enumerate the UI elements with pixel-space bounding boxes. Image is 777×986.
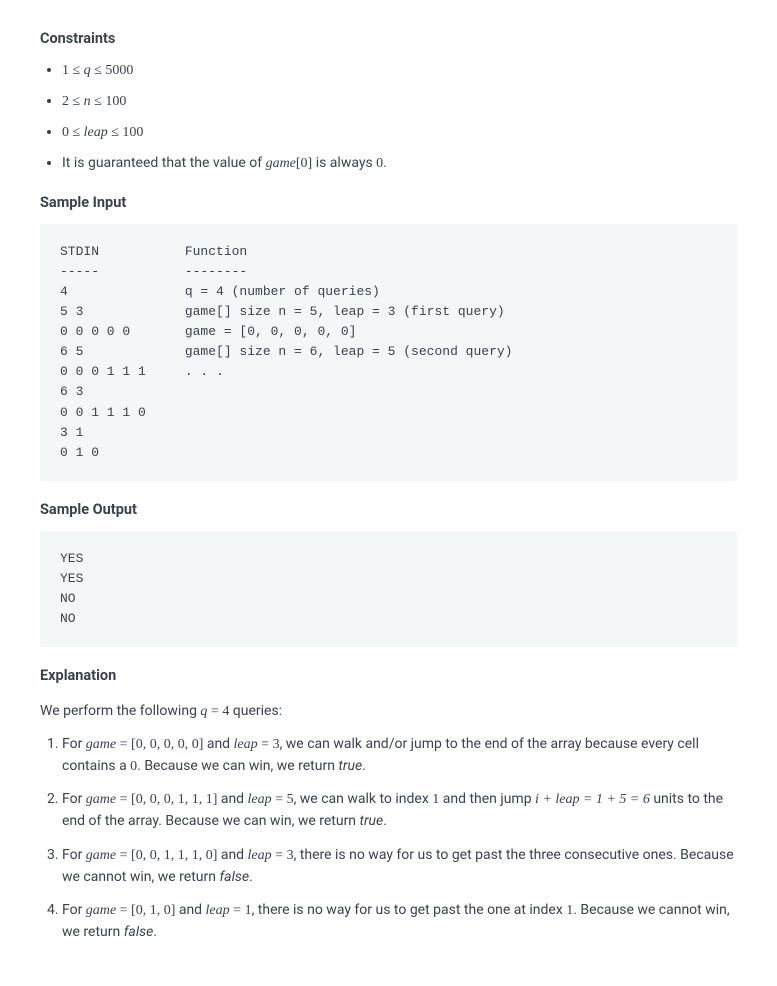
explanation-val: 5 bbox=[287, 792, 294, 807]
constraint-lhs: 2 bbox=[62, 94, 69, 109]
constraint-var: game bbox=[266, 156, 296, 171]
explanation-var: leap bbox=[248, 848, 272, 863]
sample-input-code: STDIN Function ----- -------- 4 q = 4 (n… bbox=[40, 224, 737, 482]
constraint-op: ≤ bbox=[72, 125, 80, 140]
constraints-list: 1 ≤ q ≤ 5000 2 ≤ n ≤ 100 0 ≤ leap ≤ 100 … bbox=[40, 60, 737, 174]
explanation-eq: = bbox=[116, 792, 131, 807]
explanation-eq: = bbox=[258, 737, 273, 752]
explanation-text: and bbox=[217, 791, 247, 807]
explanation-text: For bbox=[62, 736, 86, 752]
sample-output-heading: Sample Output bbox=[40, 499, 737, 521]
constraint-op: ≤ bbox=[72, 94, 80, 109]
explanation-var: game bbox=[86, 848, 116, 863]
explanation-text: . bbox=[249, 869, 253, 885]
explanation-eq: = bbox=[207, 704, 222, 719]
sample-output-code: YES YES NO NO bbox=[40, 531, 737, 648]
explanation-return: false bbox=[219, 869, 249, 885]
explanation-text: and then jump bbox=[439, 791, 535, 807]
explanation-eq: = bbox=[272, 792, 287, 807]
explanation-text: and bbox=[203, 736, 233, 752]
constraint-text: is always bbox=[312, 155, 376, 171]
explanation-item: For game = [0, 0, 0, 0, 0] and leap = 3,… bbox=[62, 734, 737, 777]
explanation-var: leap bbox=[248, 792, 272, 807]
constraint-var: leap bbox=[84, 125, 108, 140]
constraint-index: [0] bbox=[296, 156, 312, 171]
explanation-text: and bbox=[217, 847, 247, 863]
explanation-return: true bbox=[338, 758, 362, 774]
explanation-array: [0, 0, 0, 0, 0] bbox=[131, 737, 203, 752]
explanation-return: false bbox=[124, 924, 154, 940]
explanation-var: game bbox=[86, 737, 116, 752]
constraint-item: 2 ≤ n ≤ 100 bbox=[62, 91, 737, 112]
explanation-intro: We perform the following q = 4 queries: bbox=[40, 701, 737, 722]
constraint-op: ≤ bbox=[72, 63, 80, 78]
explanation-text: For bbox=[62, 847, 86, 863]
constraints-heading: Constraints bbox=[40, 28, 737, 50]
explanation-text: , we can walk to index bbox=[294, 791, 433, 807]
explanation-text: . bbox=[383, 813, 387, 829]
explanation-text: . bbox=[153, 924, 157, 940]
explanation-val: 3 bbox=[287, 848, 294, 863]
constraint-op: ≤ bbox=[94, 94, 102, 109]
explanation-return: true bbox=[360, 813, 384, 829]
explanation-text: For bbox=[62, 791, 86, 807]
explanation-val: 3 bbox=[273, 737, 280, 752]
explanation-array: [0, 0, 0, 1, 1, 1] bbox=[131, 792, 217, 807]
explanation-array: [0, 1, 0] bbox=[131, 903, 175, 918]
constraint-rhs: 5000 bbox=[105, 63, 133, 78]
explanation-eq: = bbox=[272, 848, 287, 863]
explanation-var: leap bbox=[206, 903, 230, 918]
constraint-op: ≤ bbox=[94, 63, 102, 78]
explanation-array: [0, 0, 1, 1, 1, 0] bbox=[131, 848, 217, 863]
explanation-var: game bbox=[86, 903, 116, 918]
explanation-eq: = bbox=[116, 848, 131, 863]
constraint-rhs: 100 bbox=[105, 94, 126, 109]
explanation-list: For game = [0, 0, 0, 0, 0] and leap = 3,… bbox=[40, 734, 737, 944]
explanation-text: and bbox=[175, 902, 205, 918]
constraint-var: n bbox=[84, 94, 91, 109]
constraint-text: It is guaranteed that the value of bbox=[62, 155, 266, 171]
explanation-text: queries: bbox=[229, 703, 282, 719]
explanation-item: For game = [0, 0, 1, 1, 1, 0] and leap =… bbox=[62, 845, 737, 888]
explanation-eq: = bbox=[116, 903, 131, 918]
explanation-text: . bbox=[362, 758, 366, 774]
constraint-op: ≤ bbox=[111, 125, 119, 140]
explanation-var: game bbox=[86, 792, 116, 807]
explanation-expr: i + leap = 1 + 5 = 6 bbox=[535, 792, 650, 807]
explanation-item: For game = [0, 1, 0] and leap = 1, there… bbox=[62, 900, 737, 943]
explanation-heading: Explanation bbox=[40, 665, 737, 687]
explanation-var: leap bbox=[234, 737, 258, 752]
constraint-rhs: 100 bbox=[122, 125, 143, 140]
constraint-item: 1 ≤ q ≤ 5000 bbox=[62, 60, 737, 81]
sample-input-heading: Sample Input bbox=[40, 192, 737, 214]
explanation-text: . Because we can win, we return bbox=[137, 758, 338, 774]
explanation-eq: = bbox=[230, 903, 245, 918]
constraint-item: 0 ≤ leap ≤ 100 bbox=[62, 122, 737, 143]
constraint-text: . bbox=[383, 155, 387, 171]
explanation-text: For bbox=[62, 902, 86, 918]
explanation-val: 1 bbox=[566, 903, 573, 918]
explanation-text: , there is no way for us to get past the… bbox=[252, 902, 567, 918]
constraint-var: q bbox=[84, 63, 91, 78]
explanation-item: For game = [0, 0, 0, 1, 1, 1] and leap =… bbox=[62, 789, 737, 832]
constraint-lhs: 1 bbox=[62, 63, 69, 78]
explanation-val: 1 bbox=[245, 903, 252, 918]
explanation-eq: = bbox=[116, 737, 131, 752]
explanation-text: We perform the following bbox=[40, 703, 200, 719]
constraint-item: It is guaranteed that the value of game[… bbox=[62, 153, 737, 174]
constraint-lhs: 0 bbox=[62, 125, 69, 140]
